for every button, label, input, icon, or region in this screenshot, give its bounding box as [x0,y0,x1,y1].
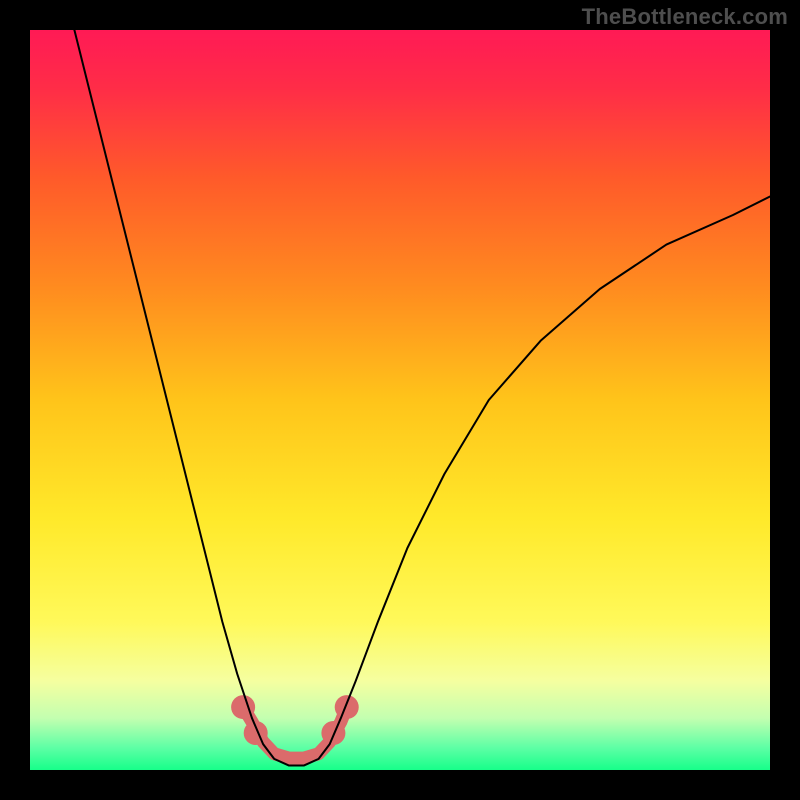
frame-bottom [0,770,800,800]
chart-stage: TheBottleneck.com [0,0,800,800]
plot-background [30,30,770,770]
frame-right [770,0,800,800]
bottleneck-chart [0,0,800,800]
frame-left [0,0,30,800]
watermark-text: TheBottleneck.com [582,4,788,30]
spline-knob [335,695,359,719]
